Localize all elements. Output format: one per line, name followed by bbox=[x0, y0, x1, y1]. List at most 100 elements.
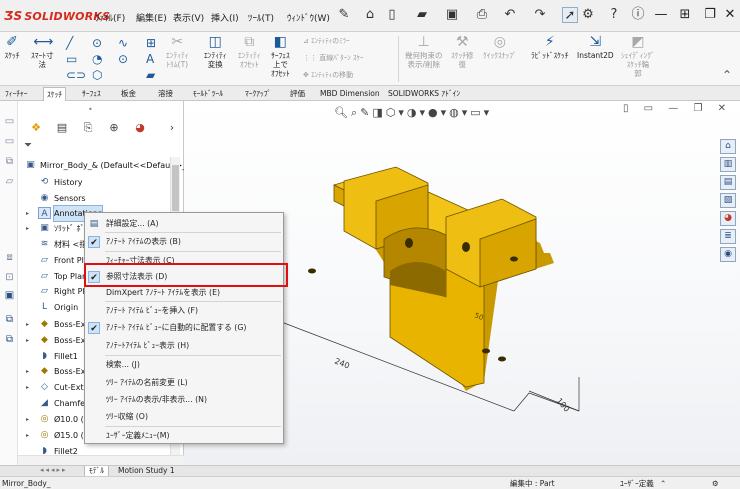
home-task-icon[interactable]: ⌂ bbox=[720, 139, 736, 154]
units-dropdown-icon[interactable]: ⌃ bbox=[660, 478, 666, 489]
context-menu-item[interactable]: ｱﾉﾃｰﾄｱｲﾃﾑ ﾋﾞｭｰ表示 (H) bbox=[85, 338, 283, 354]
help-icon-2[interactable]: ⓘ bbox=[630, 7, 646, 23]
maximize-button[interactable]: ⊞ bbox=[676, 5, 694, 25]
quick-snaps-button[interactable]: ◎ ｸｲｯｸｽﾅｯﾌﾟ bbox=[483, 34, 517, 60]
instant2d-button[interactable]: ⇲ Instant2D bbox=[577, 34, 614, 60]
trim-entities-button[interactable]: ✂ ｴﾝﾃｨﾃｨ ﾄﾘﾑ(T) bbox=[166, 34, 189, 69]
appearances-icon[interactable]: ◕ bbox=[720, 211, 736, 226]
pin-icon[interactable]: ✎ bbox=[336, 7, 352, 23]
filter-icon[interactable]: ⏷ bbox=[24, 140, 38, 152]
text-icon[interactable]: A bbox=[146, 52, 154, 66]
sketch-button[interactable]: ✐ ｽｹｯﾁ bbox=[3, 34, 21, 60]
context-menu-item[interactable]: ﾂﾘｰ ｱｲﾃﾑの名前変更 (L) bbox=[85, 375, 283, 391]
feature-manager-tab-icon[interactable]: ❖ bbox=[26, 119, 46, 137]
chevron-right-icon[interactable]: › bbox=[162, 119, 182, 137]
point-icon[interactable]: ⊙ bbox=[118, 52, 128, 66]
gear-icon[interactable]: ⚙ bbox=[580, 7, 596, 23]
expand-arrow-icon[interactable]: ▸ bbox=[26, 206, 29, 221]
tab-weldments[interactable]: 溶接 bbox=[155, 87, 176, 101]
smart-dimension-button[interactable]: ⟷ ｽﾏｰﾄ寸 法 bbox=[31, 34, 54, 69]
spline-icon[interactable]: ∿ bbox=[118, 36, 128, 50]
home-icon[interactable]: ⌂ bbox=[362, 7, 378, 23]
copy-side-icon[interactable]: ⧉ bbox=[3, 313, 16, 326]
minimize-button[interactable]: — bbox=[652, 5, 670, 25]
circle-icon[interactable]: ⊙ bbox=[92, 36, 102, 50]
measure-side-icon[interactable]: ⧈ bbox=[3, 251, 16, 264]
status-options-icon[interactable]: ⚙ bbox=[712, 478, 719, 489]
offset-on-surface-button[interactable]: ◧ ｻｰﾌｪｽ 上で ｵﾌｾｯﾄ bbox=[271, 34, 290, 78]
view-side-icon[interactable]: ⊡ bbox=[3, 271, 16, 284]
tab-mbd-dimension[interactable]: MBD Dimension bbox=[317, 87, 383, 101]
expand-arrow-icon[interactable]: ▸ bbox=[26, 221, 29, 236]
menu-file[interactable]: ﾌｧｲﾙ(F) bbox=[95, 11, 125, 24]
shaded-sketch-contours-button[interactable]: ◩ ｼｪｲﾃﾞｨﾝｸﾞ ｽｹｯﾁ輪 郭 bbox=[621, 34, 655, 78]
design-library-icon[interactable]: ▤ bbox=[720, 175, 736, 190]
dimension-width[interactable]: 100 bbox=[555, 396, 572, 413]
status-units[interactable]: ﾕｰｻﾞｰ定義 bbox=[620, 478, 654, 489]
expand-arrow-icon[interactable]: ▸ bbox=[26, 317, 29, 332]
tab-scroll-arrows[interactable]: ◂◂◂▸▸ bbox=[40, 466, 68, 474]
context-menu-item[interactable]: DimXpert ｱﾉﾃｰﾄ ｱｲﾃﾑを表示 (E) bbox=[85, 285, 283, 301]
scrollbar-thumb[interactable] bbox=[172, 165, 179, 211]
polygon-icon[interactable]: ⬡ bbox=[92, 68, 102, 82]
menu-tools[interactable]: ﾂｰﾙ(T) bbox=[248, 11, 274, 24]
select-cursor-icon[interactable]: ➚ bbox=[562, 7, 578, 23]
tab-markup[interactable]: ﾏｰｸｱｯﾌﾟ bbox=[242, 87, 274, 101]
close-button[interactable]: ✕ bbox=[721, 5, 739, 25]
custom-properties-icon[interactable]: ≣ bbox=[720, 229, 736, 244]
expand-arrow-icon[interactable]: ▸ bbox=[26, 380, 29, 395]
context-menu-item[interactable]: 検索... (J) bbox=[85, 357, 283, 373]
tab-sketch[interactable]: ｽｹｯﾁ bbox=[43, 87, 66, 101]
context-menu-item[interactable]: ▤ 詳細設定... (A) bbox=[85, 216, 283, 232]
sketch-side-icon[interactable]: ▭ bbox=[3, 135, 16, 148]
restore-button[interactable]: ❐ bbox=[701, 5, 719, 25]
rectangle-icon[interactable]: ▭ bbox=[66, 52, 77, 66]
configuration-manager-tab-icon[interactable]: ⎘ bbox=[78, 119, 98, 137]
pattern-side-icon[interactable]: ⧉ bbox=[3, 155, 16, 168]
slot-icon[interactable]: ⊂⊃ bbox=[66, 68, 86, 82]
property-manager-tab-icon[interactable]: ▤ bbox=[52, 119, 72, 137]
smart-dimension-side-icon[interactable]: ▭ bbox=[3, 115, 16, 128]
print-icon[interactable]: ⎙ bbox=[474, 7, 490, 23]
mirror-entities-button[interactable]: ⊿ ｴﾝﾃｨﾃｨのﾐﾗｰ bbox=[303, 36, 350, 46]
expand-arrow-icon[interactable]: ▸ bbox=[26, 412, 29, 427]
arc-icon[interactable]: ◔ bbox=[92, 52, 102, 66]
display-delete-relations-button[interactable]: ⊥ 幾何拘束の 表示/削除 bbox=[405, 34, 443, 69]
panel-grip[interactable]: • bbox=[88, 105, 93, 114]
plane-side-icon[interactable]: ▱ bbox=[3, 175, 16, 188]
expand-arrow-icon[interactable]: ▸ bbox=[26, 333, 29, 348]
dimension-length[interactable]: 240 bbox=[333, 357, 351, 371]
horizontal-scrollbar[interactable] bbox=[18, 455, 184, 465]
solidworks-forum-icon[interactable]: ◉ bbox=[720, 247, 736, 262]
repair-sketch-button[interactable]: ⚒ ｽｹｯﾁ修 復 bbox=[451, 34, 474, 69]
line-icon[interactable]: ╱ bbox=[66, 36, 73, 50]
tab-solidworks-addins[interactable]: SOLIDWORKS ｱﾄﾞｲﾝ bbox=[385, 87, 463, 101]
menu-insert[interactable]: 挿入(I) bbox=[211, 11, 239, 24]
context-menu-item[interactable]: ﾂﾘｰ ｱｲﾃﾑの表示/非表示... (N) bbox=[85, 392, 283, 408]
collapse-ribbon-icon[interactable]: ⌃ bbox=[722, 68, 732, 82]
tab-evaluate[interactable]: 評価 bbox=[287, 87, 308, 101]
open-icon[interactable]: ▰ bbox=[414, 7, 430, 23]
context-menu-item[interactable]: ｱﾉﾃｰﾄ ｱｲﾃﾑ ﾋﾞｭｰを挿入 (F) bbox=[85, 303, 283, 319]
tab-features[interactable]: ﾌｨｰﾁｬｰ bbox=[2, 87, 31, 101]
file-explorer-icon[interactable]: ▧ bbox=[720, 193, 736, 208]
expand-arrow-icon[interactable]: ▸ bbox=[26, 364, 29, 379]
plane-icon[interactable]: ▰ bbox=[146, 68, 155, 82]
expand-arrow-icon[interactable]: ▸ bbox=[26, 428, 29, 443]
menu-view[interactable]: 表示(V) bbox=[173, 11, 204, 24]
undo-icon[interactable]: ↶ bbox=[502, 7, 518, 23]
tab-mold-tools[interactable]: ﾓｰﾙﾄﾞﾂｰﾙ bbox=[190, 87, 226, 101]
context-menu-item[interactable]: ✔ ｱﾉﾃｰﾄ ｱｲﾃﾑの表示 (B) bbox=[85, 234, 283, 250]
display-manager-tab-icon[interactable]: ◕ bbox=[130, 119, 150, 137]
save-icon[interactable]: ▣ bbox=[444, 7, 460, 23]
display-side-icon[interactable]: ▣ bbox=[3, 289, 16, 302]
context-menu-item[interactable]: ﾕｰｻﾞｰ定義ﾒﾆｭｰ(M) bbox=[85, 428, 283, 444]
paste-side-icon[interactable]: ⧉ bbox=[3, 333, 16, 346]
new-document-icon[interactable]: ▯ bbox=[384, 7, 400, 23]
linear-pattern-button[interactable]: ⋮⋮ 直線ﾊﾟﾀｰﾝ ｽｹｰ bbox=[303, 53, 363, 63]
menu-window[interactable]: ｳｨﾝﾄﾞｳ(W) bbox=[287, 11, 330, 24]
dimxpert-manager-tab-icon[interactable]: ⊕ bbox=[104, 119, 124, 137]
move-entities-button[interactable]: ✥ ｴﾝﾃｨﾃｨの移動 bbox=[303, 70, 353, 80]
convert-entities-button[interactable]: ◫ ｴﾝﾃｨﾃｨ 変換 bbox=[204, 34, 227, 69]
help-icon[interactable]: ? bbox=[606, 7, 622, 23]
